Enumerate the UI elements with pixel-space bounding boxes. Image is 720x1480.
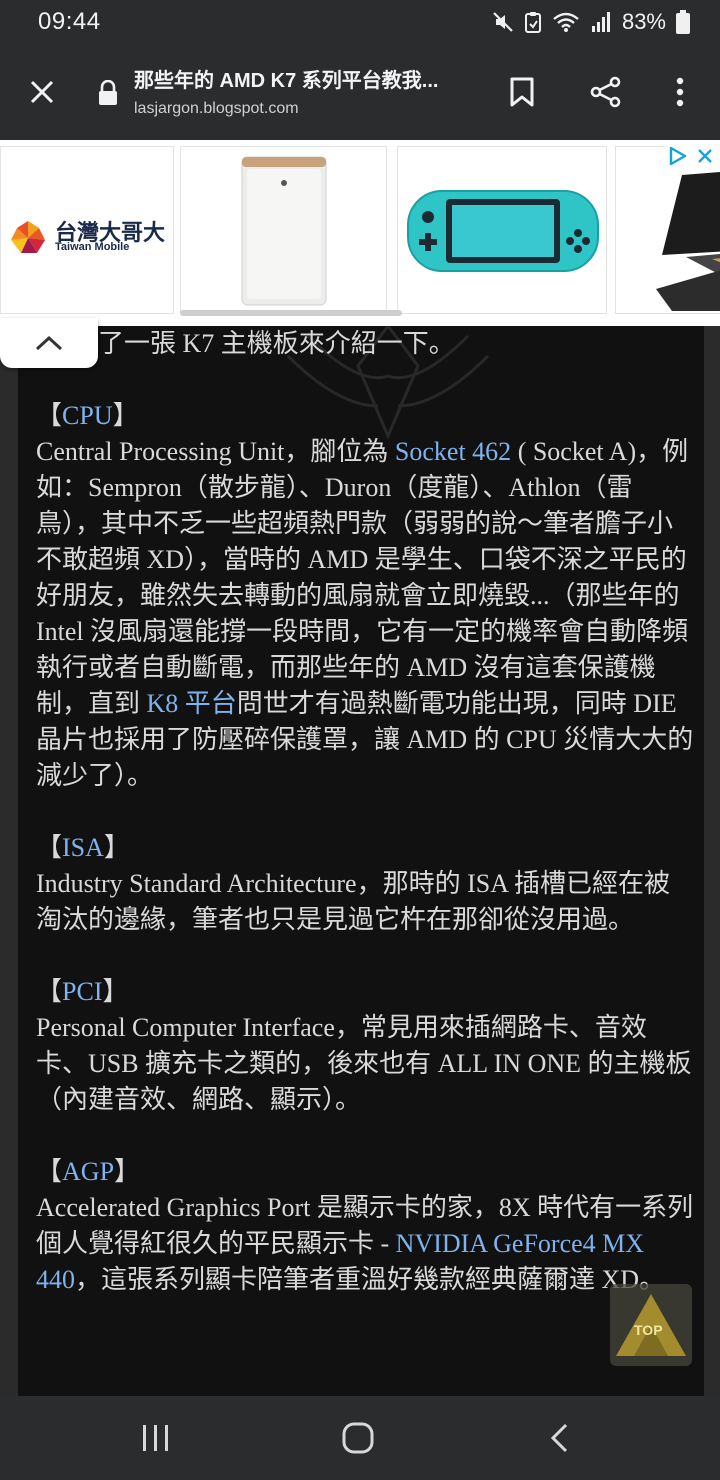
socket-462-link[interactable]: Socket 462 bbox=[395, 437, 511, 466]
ad-choices-icon bbox=[669, 146, 687, 166]
status-icons: 83% bbox=[492, 8, 690, 36]
section-heading-cpu: 【CPU】 bbox=[36, 401, 139, 430]
page-title[interactable]: 那些年的 AMD K7 系列平台教我... bbox=[134, 64, 464, 93]
back-button[interactable] bbox=[530, 1412, 590, 1464]
article-body: 找了一張 K7 主機板來介紹一下。 【CPU】 Central Processi… bbox=[36, 326, 696, 1298]
intro-fragment: 找了一張 K7 主機板來介紹一下。 bbox=[72, 329, 455, 358]
home-icon bbox=[342, 1422, 374, 1454]
ad-scrollbar[interactable] bbox=[180, 310, 402, 316]
signal-icon bbox=[591, 12, 610, 32]
lock-icon bbox=[99, 80, 117, 105]
more-vertical-icon bbox=[676, 77, 684, 107]
dehumidifier-image bbox=[241, 156, 327, 306]
bookmark-icon bbox=[510, 77, 534, 107]
collapse-ad-button[interactable] bbox=[0, 318, 98, 368]
ad-product-game-console[interactable] bbox=[397, 146, 607, 314]
cpu-heading-link[interactable]: CPU bbox=[62, 401, 113, 430]
ad-close-icon bbox=[698, 149, 712, 163]
section-body-cpu: Central Processing Unit，腳位為 Socket 462 (… bbox=[36, 437, 694, 790]
ad-brand-card[interactable]: 台灣大哥大 Taiwan Mobile bbox=[0, 146, 174, 314]
section-heading-isa: 【ISA】 bbox=[36, 833, 130, 862]
browser-toolbar: 那些年的 AMD K7 系列平台教我... lasjargon.blogspot… bbox=[0, 44, 720, 140]
ad-product-laptop[interactable] bbox=[615, 146, 720, 314]
bookmark-button[interactable] bbox=[494, 64, 550, 120]
share-icon bbox=[590, 76, 621, 108]
ad-product-dehumidifier[interactable] bbox=[180, 146, 387, 314]
ad-brand-subtitle: Taiwan Mobile bbox=[55, 241, 130, 253]
status-bar: 09:44 83% bbox=[0, 0, 720, 44]
ad-banner[interactable]: 台灣大哥大 Taiwan Mobile bbox=[0, 140, 720, 326]
recent-apps-icon bbox=[143, 1425, 168, 1451]
page-url[interactable]: lasjargon.blogspot.com bbox=[134, 100, 299, 118]
clipboard-icon bbox=[524, 12, 541, 33]
battery-icon bbox=[676, 10, 690, 34]
pci-heading-link[interactable]: PCI bbox=[62, 977, 102, 1006]
section-body-isa: Industry Standard Architecture，那時的 ISA 插… bbox=[36, 869, 671, 934]
section-heading-pci: 【PCI】 bbox=[36, 977, 129, 1006]
home-button[interactable] bbox=[328, 1412, 388, 1464]
section-body-pci: Personal Computer Interface，常見用來插網路卡、音效卡… bbox=[36, 1013, 692, 1114]
section-body-agp: Accelerated Graphics Port 是顯示卡的家，8X 時代有一… bbox=[36, 1193, 694, 1294]
ad-choices[interactable] bbox=[664, 140, 720, 170]
chevron-up-icon bbox=[35, 335, 63, 351]
wifi-icon bbox=[553, 12, 579, 32]
status-time: 09:44 bbox=[38, 8, 101, 35]
top-label: TOP bbox=[634, 1322, 663, 1338]
close-icon bbox=[30, 80, 54, 104]
close-tab-button[interactable] bbox=[14, 64, 70, 120]
agp-heading-link[interactable]: AGP bbox=[62, 1157, 114, 1186]
share-button[interactable] bbox=[578, 64, 634, 120]
game-console-image bbox=[407, 190, 599, 272]
laptop-image bbox=[656, 171, 720, 311]
section-heading-agp: 【AGP】 bbox=[36, 1157, 141, 1186]
more-options-button[interactable] bbox=[652, 64, 708, 120]
k8-platform-link[interactable]: K8 平台 bbox=[147, 689, 237, 718]
mute-icon bbox=[493, 12, 513, 32]
web-page[interactable]: 找了一張 K7 主機板來介紹一下。 【CPU】 Central Processi… bbox=[0, 326, 720, 1396]
recent-apps-button[interactable] bbox=[126, 1412, 186, 1464]
isa-heading-link[interactable]: ISA bbox=[62, 833, 104, 862]
battery-percentage: 83% bbox=[621, 9, 666, 34]
brand-logo-icon bbox=[11, 221, 45, 253]
back-to-top-button[interactable]: TOP bbox=[610, 1284, 692, 1366]
system-nav-bar bbox=[0, 1396, 720, 1480]
article-container: 找了一張 K7 主機板來介紹一下。 【CPU】 Central Processi… bbox=[18, 326, 704, 1396]
back-icon bbox=[550, 1423, 568, 1453]
